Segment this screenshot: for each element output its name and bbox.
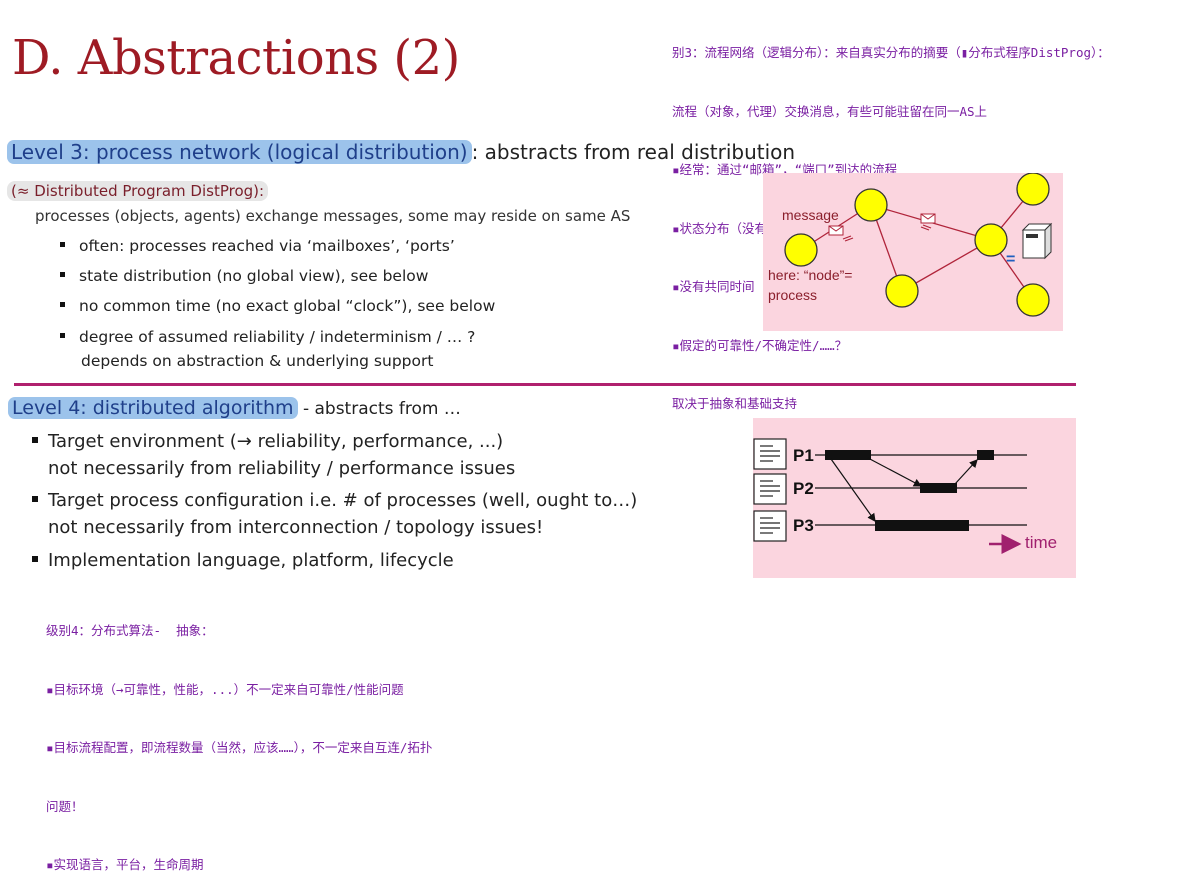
- process-node: [885, 274, 919, 308]
- bullet-text-cont: not necessarily from interconnection / t…: [48, 517, 544, 538]
- level3-desc: processes (objects, agents) exchange mes…: [35, 207, 631, 225]
- level3-bullet: no common time (no exact global “clock”)…: [60, 297, 495, 315]
- note-line: 问题！: [46, 798, 84, 814]
- process-label: P1: [793, 446, 814, 465]
- distprog-text: (≈ Distributed Program DistProg):: [7, 181, 269, 201]
- note-line: 级别4：分布式算法- 抽象：: [46, 623, 214, 638]
- process-node: [1016, 172, 1050, 206]
- bullet-text: often: processes reached via ‘mailboxes’…: [79, 237, 455, 255]
- bullet-text: Target environment (→ reliability, perfo…: [48, 431, 504, 452]
- note-line: ▪实现语言，平台，生命周期: [46, 857, 204, 872]
- activity-bar: [825, 450, 871, 460]
- document-icon: [753, 473, 787, 505]
- level4-rest: - abstracts from …: [297, 399, 461, 419]
- activity-bar: [977, 450, 994, 460]
- distprog-label: (≈ Distributed Program DistProg):: [7, 181, 269, 201]
- process-network-figure: = message here: “node”= process: [763, 172, 1063, 331]
- level4-bullet: Implementation language, platform, lifec…: [32, 547, 454, 574]
- document-icon: [753, 510, 787, 542]
- bullet-text: no common time (no exact global “clock”)…: [79, 297, 496, 315]
- process-node: [974, 223, 1008, 257]
- process-node: [1016, 283, 1050, 317]
- process-network-svg: = message here: “node”= process: [768, 172, 1053, 317]
- bullet-text: Implementation language, platform, lifec…: [48, 550, 454, 571]
- note-bottom-cn: 级别4：分布式算法- 抽象： ▪目标环境（→可靠性，性能，...）不一定来自可靠…: [46, 582, 432, 894]
- page-title: D. Abstractions (2): [12, 30, 460, 86]
- process-label: P2: [793, 479, 814, 498]
- equals-sign: =: [1006, 251, 1015, 268]
- level3-highlight: Level 3: process network (logical distri…: [7, 140, 472, 164]
- node-label-line2: process: [768, 287, 817, 303]
- bullet-text-cont: not necessarily from reliability / perfo…: [48, 458, 516, 479]
- level3-rest: : abstracts from real distribution: [471, 140, 796, 164]
- computer-icon: [1021, 222, 1053, 260]
- note-line: ▪目标环境（→可靠性，性能，...）不一定来自可靠性/性能问题: [46, 681, 404, 697]
- envelope-icon: [920, 213, 936, 231]
- note-line: ▪假定的可靠性/不确定性/……？: [672, 337, 848, 353]
- bullet-text: degree of assumed reliability / indeterm…: [79, 328, 476, 346]
- timeline-svg: P1 P2 P3 time: [753, 438, 1057, 554]
- node-label-line1: here: “node”=: [768, 267, 852, 283]
- message-label: message: [782, 207, 839, 223]
- section-divider: [14, 383, 1076, 386]
- time-label: time: [1025, 533, 1057, 552]
- document-icon: [753, 438, 787, 470]
- process-label: P3: [793, 516, 814, 535]
- timeline-figure: P1 P2 P3 time: [753, 418, 1076, 578]
- level3-heading: Level 3: process network (logical distri…: [7, 140, 795, 164]
- level4-highlight: Level 4: distributed algorithm: [8, 397, 298, 419]
- level3-bullet: state distribution (no global view), see…: [60, 267, 428, 285]
- process-node: [784, 233, 818, 267]
- activity-bar: [875, 520, 969, 531]
- bullet-text: Target process configuration i.e. # of p…: [48, 490, 638, 511]
- note-line: ▪目标流程配置，即流程数量（当然，应该……），不一定来自互连/拓扑: [46, 740, 433, 755]
- activity-bar: [920, 483, 957, 493]
- note-line: 别3：流程网络（逻辑分布）：来自真实分布的摘要（▮分布式程序DistProg）：: [672, 45, 1110, 60]
- note-line: 流程（对象，代理）交换消息，有些可能驻留在同一AS上: [672, 103, 988, 119]
- level3-bullet: degree of assumed reliability / indeterm…: [60, 328, 475, 346]
- level4-heading: Level 4: distributed algorithm - abstrac…: [8, 397, 461, 419]
- level4-bullet: Target process configuration i.e. # of p…: [32, 487, 637, 541]
- note-line: 取决于抽象和基础支持: [672, 396, 798, 411]
- level3-bullet-cont: depends on abstraction & underlying supp…: [81, 352, 434, 370]
- envelope-icon: [828, 225, 854, 242]
- level4-bullet: Target environment (→ reliability, perfo…: [32, 428, 515, 482]
- level3-bullet: often: processes reached via ‘mailboxes’…: [60, 237, 455, 255]
- process-node: [854, 188, 888, 222]
- bullet-text: state distribution (no global view), see…: [79, 267, 429, 285]
